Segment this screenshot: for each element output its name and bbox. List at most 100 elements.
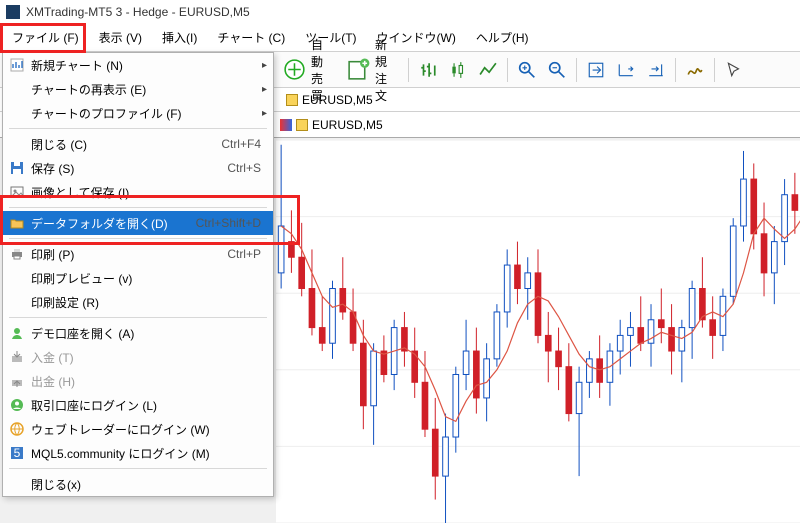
candlestick-chart — [276, 140, 800, 523]
print-icon — [9, 246, 25, 262]
indicator-button[interactable] — [680, 55, 710, 85]
menu-item[interactable]: ウェブトレーダーにログイン (W) — [3, 417, 273, 441]
menu-item: 出金 (H) — [3, 369, 273, 393]
bars-icon — [419, 61, 437, 79]
login-icon — [9, 397, 25, 413]
web-icon — [9, 421, 25, 437]
line-icon — [479, 61, 497, 79]
save-icon — [9, 160, 25, 176]
neworder-icon — [346, 57, 371, 82]
menu-item-shortcut: Ctrl+Shift+D — [196, 216, 261, 230]
menu-item[interactable]: 取引口座にログイン (L) — [3, 393, 273, 417]
menu-item[interactable]: 印刷設定 (R) — [3, 290, 273, 314]
menu-separator — [9, 238, 267, 239]
toolbar-sep — [576, 58, 577, 82]
menu-separator — [9, 317, 267, 318]
menu-item[interactable]: チャートのプロファイル (F) — [3, 101, 273, 125]
menu-item-label: 取引口座にログイン (L) — [31, 397, 261, 414]
menu-item-shortcut: Ctrl+S — [227, 161, 261, 175]
app-icon — [6, 5, 20, 19]
candles-icon — [449, 61, 467, 79]
scroll-button[interactable] — [581, 55, 611, 85]
chart-tab[interactable]: EURUSD,M5 — [276, 91, 383, 109]
toolbar-sep — [408, 58, 409, 82]
menu-item-label: 新規チャート (N) — [31, 57, 261, 74]
indicator-icon — [686, 61, 704, 79]
menu-bar: ファイル (F) 表示 (V) 挿入(I) チャート (C) ツール(T) ウイ… — [0, 24, 800, 52]
menu-item-label: 印刷設定 (R) — [31, 294, 261, 311]
menu-item[interactable]: 保存 (S)Ctrl+S — [3, 156, 273, 180]
image-icon — [9, 184, 25, 200]
chart-title-text: EURUSD,M5 — [312, 118, 383, 132]
menu-item-label: 閉じる (C) — [31, 136, 221, 153]
title-bar: XMTrading-MT5 3 - Hedge - EURUSD,M5 — [0, 0, 800, 24]
toolbar-sep — [714, 58, 715, 82]
menu-item[interactable]: 閉じる(x) — [3, 472, 273, 496]
menu-help[interactable]: ヘルプ(H) — [466, 25, 539, 50]
menu-item-label: 出金 (H) — [31, 373, 261, 390]
cursor-icon — [725, 61, 743, 79]
menu-item[interactable]: データフォルダを開く(D)Ctrl+Shift+D — [3, 211, 273, 235]
menu-item-label: チャートのプロファイル (F) — [31, 105, 261, 122]
menu-separator — [9, 468, 267, 469]
cursor-button[interactable] — [719, 55, 749, 85]
deposit-icon — [9, 349, 25, 365]
chart-style-icon — [280, 119, 292, 131]
menu-item[interactable]: 印刷 (P)Ctrl+P — [3, 242, 273, 266]
chart-area[interactable] — [276, 140, 800, 523]
zoomout-button[interactable] — [542, 55, 572, 85]
zoomin-icon — [518, 61, 536, 79]
menu-item-label: 保存 (S) — [31, 160, 227, 177]
withdraw-icon — [9, 373, 25, 389]
shiftend-button[interactable] — [641, 55, 671, 85]
menu-item[interactable]: チャートの再表示 (E) — [3, 77, 273, 101]
chart-icon — [9, 57, 25, 73]
zoomout-icon — [548, 61, 566, 79]
menu-separator — [9, 207, 267, 208]
menu-item-shortcut: Ctrl+P — [227, 247, 261, 261]
scroll-icon — [587, 61, 605, 79]
menu-item[interactable]: 印刷プレビュー (v) — [3, 266, 273, 290]
chart-tab-label: EURUSD,M5 — [302, 93, 373, 107]
demo-icon — [9, 325, 25, 341]
menu-item-label: デモ口座を開く (A) — [31, 325, 261, 342]
menu-separator — [9, 128, 267, 129]
menu-item-label: 印刷プレビュー (v) — [31, 270, 261, 287]
svg-text:5: 5 — [14, 446, 21, 460]
toolbar-sep — [507, 58, 508, 82]
menu-item-label: 画像として保存 (I) — [31, 184, 261, 201]
menu-item-label: データフォルダを開く(D) — [31, 215, 196, 232]
menu-item-label: MQL5.community にログイン (M) — [31, 445, 261, 462]
menu-item-label: ウェブトレーダーにログイン (W) — [31, 421, 261, 438]
menu-item[interactable]: 5 MQL5.community にログイン (M) — [3, 441, 273, 465]
window-title: XMTrading-MT5 3 - Hedge - EURUSD,M5 — [26, 5, 250, 19]
shiftend-icon — [647, 61, 665, 79]
menu-view[interactable]: 表示 (V) — [89, 25, 152, 50]
neworder-button[interactable]: 新規注文 — [340, 55, 404, 85]
menu-item[interactable]: デモ口座を開く (A) — [3, 321, 273, 345]
folder-icon — [9, 215, 25, 231]
menu-insert[interactable]: 挿入(I) — [152, 25, 207, 50]
menu-item[interactable]: 新規チャート (N) — [3, 53, 273, 77]
autotrade-button[interactable]: 自動売買 — [276, 55, 340, 85]
menu-item: 入金 (T) — [3, 345, 273, 369]
menu-item-label: チャートの再表示 (E) — [31, 81, 261, 98]
menu-item[interactable]: 閉じる (C)Ctrl+F4 — [3, 132, 273, 156]
menu-item-label: 印刷 (P) — [31, 246, 227, 263]
chart-symbol-icon — [296, 119, 308, 131]
zoomin-button[interactable] — [512, 55, 542, 85]
shift-icon — [617, 61, 635, 79]
menu-item-label: 閉じる(x) — [31, 476, 261, 493]
candles-button[interactable] — [443, 55, 473, 85]
bars-button[interactable] — [413, 55, 443, 85]
menu-item-shortcut: Ctrl+F4 — [221, 137, 261, 151]
menu-chart[interactable]: チャート (C) — [207, 25, 295, 50]
autotrade-icon — [282, 57, 307, 82]
menu-file[interactable]: ファイル (F) — [2, 25, 89, 50]
menu-item-label: 入金 (T) — [31, 349, 261, 366]
menu-item[interactable]: 画像として保存 (I) — [3, 180, 273, 204]
line-button[interactable] — [473, 55, 503, 85]
toolbar-sep — [675, 58, 676, 82]
chart-tab-icon — [286, 94, 298, 106]
shift-button[interactable] — [611, 55, 641, 85]
